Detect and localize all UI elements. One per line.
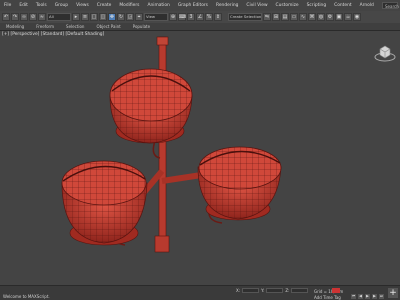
menu-views[interactable]: Views xyxy=(72,3,93,8)
named-selection-dropdown[interactable]: Create Selection Se xyxy=(228,13,262,21)
select-and-move-icon[interactable]: ✥ xyxy=(108,13,116,21)
main-toolbar: ↶ ↷ ∞ ⊘ ≈ All ▸ ≡ □ ◫ ✥ ↻ ◲ ⌖ View ⊕ ⌨ 3… xyxy=(0,11,400,23)
layer-explorer-icon[interactable]: ▤ xyxy=(281,13,289,21)
material-editor-icon[interactable]: ◍ xyxy=(317,13,325,21)
tab-freeform[interactable]: Freeform xyxy=(30,24,60,29)
render-setup-icon[interactable]: ⚙ xyxy=(326,13,334,21)
z-coordinate-field[interactable] xyxy=(291,288,309,293)
curve-editor-icon[interactable]: ∿ xyxy=(299,13,307,21)
percent-snap-icon[interactable]: % xyxy=(205,13,213,21)
select-and-rotate-icon[interactable]: ↻ xyxy=(117,13,125,21)
lamp-shade-left xyxy=(61,160,148,246)
rendered-frame-window-icon[interactable]: ▣ xyxy=(335,13,343,21)
reference-coordinate-dropdown[interactable]: View xyxy=(144,13,168,21)
y-label: Y: xyxy=(261,288,265,293)
render-production-icon[interactable]: ☕ xyxy=(344,13,352,21)
tab-modeling[interactable]: Modeling xyxy=(0,24,30,29)
toggle-ribbon-icon[interactable]: ▭ xyxy=(290,13,298,21)
coordinate-display: X: Y: Z: xyxy=(236,288,309,293)
play-icon[interactable]: ▶ xyxy=(365,294,370,299)
keyboard-shortcut-override-icon[interactable]: ⌨ xyxy=(178,13,186,21)
x-coordinate-field[interactable] xyxy=(242,288,260,293)
pivot-point-icon[interactable]: ⊕ xyxy=(169,13,177,21)
auto-key-button[interactable] xyxy=(332,288,340,293)
tab-object-paint[interactable]: Object Paint xyxy=(90,24,126,29)
next-frame-icon[interactable]: ▶ xyxy=(372,294,377,299)
menu-content[interactable]: Content xyxy=(330,3,355,8)
bind-space-warp-icon[interactable]: ≈ xyxy=(38,13,46,21)
menu-arnold[interactable]: Arnold xyxy=(356,3,378,8)
lamp-shade-top xyxy=(109,68,193,144)
spinner-snap-icon[interactable]: ⇕ xyxy=(214,13,222,21)
select-by-name-icon[interactable]: ≡ xyxy=(81,13,89,21)
select-and-scale-icon[interactable]: ◲ xyxy=(126,13,134,21)
previous-frame-icon[interactable]: ◀ xyxy=(358,294,363,299)
link-icon[interactable]: ∞ xyxy=(20,13,28,21)
menu-customize[interactable]: Customize xyxy=(272,3,303,8)
menu-edit[interactable]: Edit xyxy=(15,3,32,8)
angle-snap-icon[interactable]: ∠ xyxy=(196,13,204,21)
align-icon[interactable]: ⊞ xyxy=(272,13,280,21)
snaps-toggle-icon[interactable]: 3 xyxy=(187,13,195,21)
viewcube-icon[interactable] xyxy=(374,43,396,63)
schematic-view-icon[interactable]: ⌘ xyxy=(308,13,316,21)
chandelier-model[interactable] xyxy=(0,31,400,285)
perspective-viewport[interactable]: [+] [Perspective] [Standard] [Default Sh… xyxy=(0,31,400,285)
status-bar: Welcome to MAXScript. X: Y: Z: Grid = 10… xyxy=(0,285,400,300)
menu-rendering[interactable]: Rendering xyxy=(212,3,242,8)
redo-icon[interactable]: ↷ xyxy=(11,13,19,21)
menu-animation[interactable]: Animation xyxy=(143,3,173,8)
z-label: Z: xyxy=(285,288,290,293)
placement-icon[interactable]: ⌖ xyxy=(135,13,143,21)
search-field[interactable]: Search xyxy=(382,2,399,9)
add-icon[interactable]: + xyxy=(388,288,398,298)
menu-tools[interactable]: Tools xyxy=(32,3,51,8)
window-crossing-icon[interactable]: ◫ xyxy=(99,13,107,21)
mirror-icon[interactable]: ⇋ xyxy=(263,13,271,21)
ribbon-tabs: Modeling Freeform Selection Object Paint… xyxy=(0,23,400,31)
unlink-icon[interactable]: ⊘ xyxy=(29,13,37,21)
maxscript-listener-text[interactable]: Welcome to MAXScript. xyxy=(3,294,50,299)
rectangular-selection-icon[interactable]: □ xyxy=(90,13,98,21)
menu-civil-view[interactable]: Civil View xyxy=(242,3,271,8)
menu-file[interactable]: File xyxy=(0,3,15,8)
menu-create[interactable]: Create xyxy=(93,3,116,8)
y-coordinate-field[interactable] xyxy=(266,288,284,293)
tab-populate[interactable]: Populate xyxy=(127,24,156,29)
playback-controls: ⏮ ◀ ▶ ▶ ⏭ xyxy=(351,294,384,299)
x-label: X: xyxy=(236,288,241,293)
selection-filter-dropdown[interactable]: All xyxy=(47,13,71,21)
lamp-shade-right xyxy=(197,146,282,221)
select-object-icon[interactable]: ▸ xyxy=(72,13,80,21)
menu-modifiers[interactable]: Modifiers xyxy=(115,3,143,8)
menu-bar: File Edit Tools Group Views Create Modif… xyxy=(0,0,400,11)
undo-icon[interactable]: ↶ xyxy=(2,13,10,21)
menu-graph-editors[interactable]: Graph Editors xyxy=(174,3,212,8)
menu-scripting[interactable]: Scripting xyxy=(303,3,331,8)
add-time-tag-button[interactable]: Add Time Tag xyxy=(314,295,341,300)
menu-group[interactable]: Group xyxy=(51,3,72,8)
tab-selection[interactable]: Selection xyxy=(60,24,90,29)
render-iterative-icon[interactable]: ◉ xyxy=(353,13,361,21)
go-to-end-icon[interactable]: ⏭ xyxy=(379,294,384,299)
go-to-start-icon[interactable]: ⏮ xyxy=(351,294,356,299)
